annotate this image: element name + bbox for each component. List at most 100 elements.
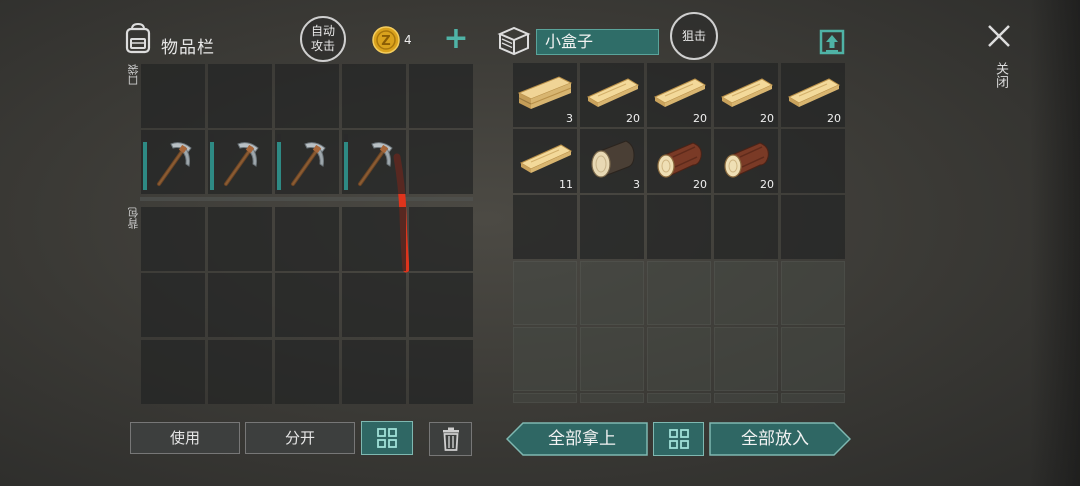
take-all-button[interactable]: 全部拿上 [506, 422, 648, 456]
inventory-slot[interactable] [513, 327, 577, 391]
backpack-icon [122, 22, 154, 54]
inventory-slot[interactable] [714, 261, 778, 325]
backpack-label: 背包 [127, 207, 140, 229]
upload-icon[interactable] [818, 28, 846, 56]
inventory-slot[interactable] [141, 64, 205, 128]
durability-bar [143, 134, 147, 190]
trash-icon [442, 427, 459, 451]
item-quantity: 20 [827, 112, 841, 125]
inventory-slot[interactable]: 20 [714, 129, 778, 193]
add-coins-button[interactable]: + [442, 24, 470, 54]
inventory-slot[interactable]: 3 [580, 129, 644, 193]
inventory-slot[interactable] [141, 273, 205, 337]
inventory-slot[interactable] [781, 261, 845, 325]
coin-icon: Z [372, 26, 400, 54]
durability-fill [210, 142, 214, 190]
close-icon[interactable] [985, 22, 1013, 50]
durability-bar [277, 134, 281, 190]
inventory-slot[interactable] [141, 207, 205, 271]
durability-fill [143, 142, 147, 190]
inventory-slot[interactable] [342, 207, 406, 271]
inventory-slot[interactable] [275, 340, 339, 404]
inventory-slot[interactable] [275, 64, 339, 128]
sort-container-button[interactable] [653, 422, 704, 456]
inventory-slot[interactable] [409, 340, 473, 404]
item-quantity: 20 [760, 112, 774, 125]
inventory-slot[interactable] [647, 327, 711, 391]
inventory-slot[interactable] [647, 195, 711, 259]
inventory-slot[interactable]: 20 [781, 63, 845, 127]
pocket-label: 口袋 [127, 64, 140, 86]
inventory-slot[interactable] [208, 273, 272, 337]
durability-fill [277, 142, 281, 190]
inventory-slot[interactable]: 11 [513, 129, 577, 193]
inventory-slot[interactable]: 20 [714, 63, 778, 127]
inventory-slot[interactable] [409, 130, 473, 194]
item-quantity: 20 [693, 112, 707, 125]
inventory-slot[interactable] [342, 130, 406, 194]
inventory-slot[interactable] [141, 130, 205, 194]
inventory-slot[interactable] [513, 393, 577, 403]
inventory-slot[interactable] [781, 393, 845, 403]
close-label[interactable]: 关闭 [988, 62, 1008, 88]
take-all-label: 全部拿上 [548, 429, 616, 449]
item-quantity: 20 [760, 178, 774, 191]
inventory-slot[interactable] [208, 64, 272, 128]
auto-attack-button[interactable]: 自动攻击 [300, 16, 346, 62]
item-quantity: 11 [559, 178, 573, 191]
trash-button[interactable] [429, 422, 472, 456]
inventory-slot[interactable]: 20 [647, 129, 711, 193]
item-quantity: 20 [626, 112, 640, 125]
inventory-slot[interactable] [208, 207, 272, 271]
inventory-title: 物品栏 [161, 38, 215, 58]
inventory-slot[interactable] [714, 327, 778, 391]
inventory-slot[interactable] [208, 130, 272, 194]
item-quantity: 3 [633, 178, 640, 191]
inventory-slot[interactable] [580, 261, 644, 325]
inventory-slot[interactable] [342, 340, 406, 404]
snipe-label: 狙击 [681, 28, 706, 43]
snipe-button[interactable]: 狙击 [670, 12, 718, 60]
use-button[interactable]: 使用 [130, 422, 240, 454]
screen-edge-shade [1030, 0, 1080, 486]
inventory-slot[interactable] [513, 195, 577, 259]
inventory-slot[interactable] [409, 64, 473, 128]
container-name-field[interactable]: 小盒子 [536, 29, 659, 55]
put-all-button[interactable]: 全部放入 [709, 422, 851, 456]
item-quantity: 20 [693, 178, 707, 191]
inventory-slot[interactable] [275, 130, 339, 194]
inventory-slot[interactable] [208, 340, 272, 404]
inventory-slot[interactable] [580, 327, 644, 391]
durability-fill [344, 142, 348, 190]
section-divider [140, 197, 473, 201]
put-all-label: 全部放入 [741, 429, 809, 449]
coin-count: 4 [404, 33, 412, 47]
inventory-slot[interactable] [647, 261, 711, 325]
inventory-slot[interactable] [714, 195, 778, 259]
inventory-slot[interactable] [342, 64, 406, 128]
sort-inventory-button[interactable] [361, 421, 413, 455]
inventory-slot[interactable]: 3 [513, 63, 577, 127]
inventory-slot[interactable] [647, 393, 711, 403]
container-box-icon [496, 24, 532, 56]
inventory-slot[interactable] [141, 340, 205, 404]
inventory-slot[interactable] [714, 393, 778, 403]
inventory-slot[interactable] [342, 273, 406, 337]
svg-text:Z: Z [381, 34, 390, 49]
inventory-slot[interactable] [781, 129, 845, 193]
inventory-slot[interactable] [409, 273, 473, 337]
grid-sort-icon [377, 428, 397, 448]
inventory-slot[interactable] [513, 261, 577, 325]
inventory-slot[interactable] [580, 393, 644, 403]
inventory-slot[interactable]: 20 [647, 63, 711, 127]
inventory-slot[interactable] [781, 327, 845, 391]
inventory-slot[interactable] [409, 207, 473, 271]
inventory-slot[interactable] [580, 195, 644, 259]
durability-bar [210, 134, 214, 190]
inventory-slot[interactable] [275, 273, 339, 337]
inventory-slot[interactable] [275, 207, 339, 271]
inventory-slot[interactable] [781, 195, 845, 259]
grid-sort-icon [668, 429, 689, 449]
inventory-slot[interactable]: 20 [580, 63, 644, 127]
split-button[interactable]: 分开 [245, 422, 355, 454]
